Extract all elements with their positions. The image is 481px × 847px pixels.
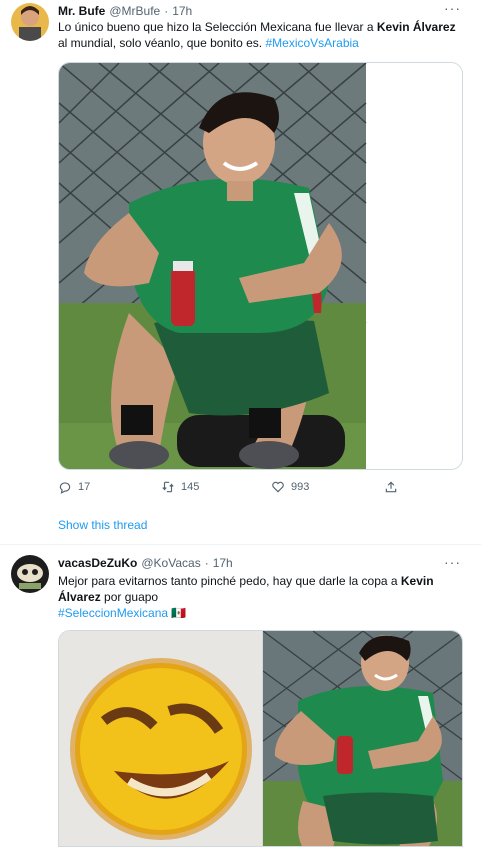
tweet-text: Mejor para evitarnos tanto pinché pedo, … [58, 573, 465, 621]
timestamp[interactable]: 17h [213, 556, 233, 570]
tweet-text-pre: Mejor para evitarnos tanto pinché pedo, … [58, 574, 401, 588]
tweet-text-post: al mundial, solo véanlo, que bonito es. [58, 36, 266, 50]
more-icon[interactable]: ··· [444, 554, 461, 570]
tweet-text: Lo único bueno que hizo la Selección Mex… [58, 19, 465, 51]
show-thread-link[interactable]: Show this thread [58, 518, 147, 532]
retweet-button[interactable]: 145 [161, 480, 199, 494]
retweet-icon [162, 481, 174, 493]
reply-icon [59, 482, 71, 494]
tweet[interactable]: vacasDeZuKo @KoVacas · 17h ··· Mejor par… [0, 546, 481, 847]
mexico-flag-emoji: 🇲🇽 [171, 606, 187, 620]
hashtag-link[interactable]: #MexicoVsArabia [265, 36, 358, 50]
share-icon [385, 481, 397, 493]
like-button[interactable]: 993 [271, 480, 309, 494]
tweet-photo[interactable] [58, 62, 463, 470]
author-handle[interactable]: @KoVacas [141, 556, 200, 570]
tweet-photo-left[interactable] [58, 630, 262, 847]
author-name[interactable]: Mr. Bufe [58, 4, 105, 18]
tweet-header: Mr. Bufe @MrBufe · 17h [58, 4, 192, 18]
like-count: 993 [291, 481, 310, 493]
reply-button[interactable]: 17 [58, 480, 90, 494]
timestamp[interactable]: 17h [172, 4, 192, 18]
hashtag-link[interactable]: #SeleccionMexicana [58, 606, 168, 620]
tweet-text-mention: Kevin Álvarez [376, 20, 456, 34]
author-name[interactable]: vacasDeZuKo [58, 556, 137, 570]
tweet[interactable]: Mr. Bufe @MrBufe · 17h ··· Lo único buen… [0, 0, 481, 545]
more-icon[interactable]: ··· [444, 0, 461, 16]
reply-count: 17 [78, 481, 91, 493]
tweet-photo-right[interactable] [262, 630, 463, 847]
share-button[interactable] [384, 480, 398, 494]
tweet-text-post: por guapo [100, 590, 159, 604]
tweet-text-pre: Lo único bueno que hizo la Selección Mex… [58, 20, 377, 34]
separator: · [164, 4, 169, 18]
avatar[interactable] [11, 3, 49, 41]
retweet-count: 145 [181, 481, 200, 493]
separator: · [204, 556, 209, 570]
avatar[interactable] [11, 555, 49, 593]
author-handle[interactable]: @MrBufe [109, 4, 160, 18]
like-icon [272, 481, 284, 493]
tweet-actions: 17 145 993 [58, 480, 418, 498]
tweet-header: vacasDeZuKo @KoVacas · 17h [58, 556, 233, 570]
